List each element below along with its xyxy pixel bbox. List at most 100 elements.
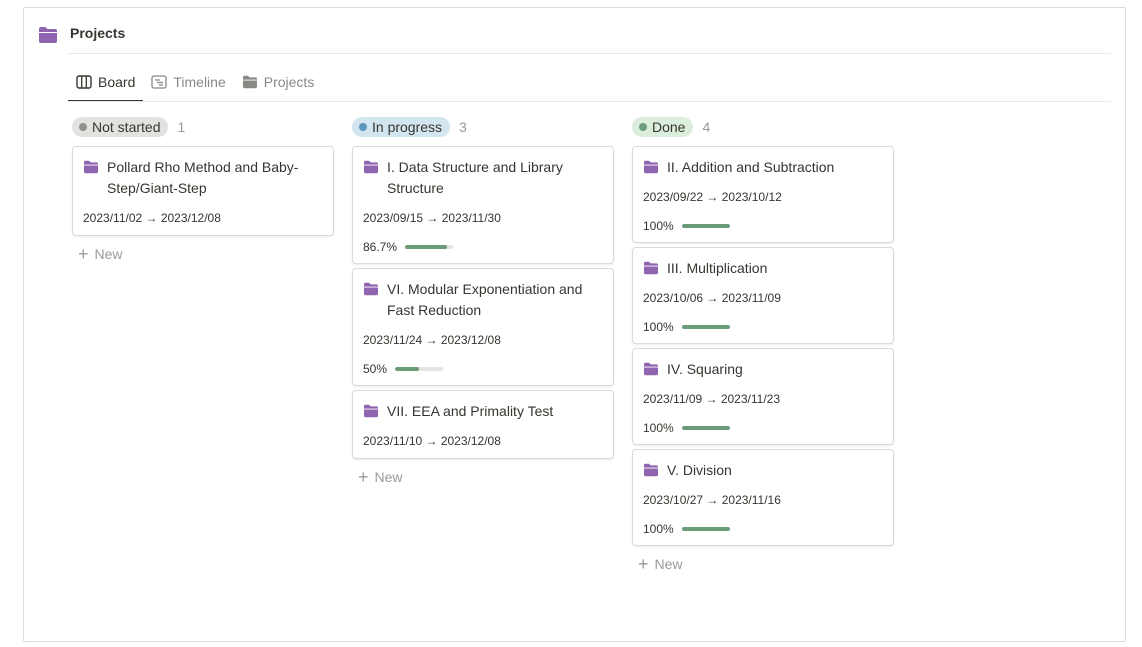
folder-icon [242,75,257,89]
column-header: Done 4 [632,116,894,138]
progress-fill [681,426,730,430]
folder-icon [644,463,658,477]
folder-icon [644,261,658,275]
tab-label: Timeline [173,74,226,90]
progress-bar [395,367,444,371]
status-dot [359,123,367,131]
view-tabs: Board Timeline Projects [68,70,322,102]
card-title: VII. EEA and Primality Test [363,401,602,422]
progress-label: 100% [643,320,674,334]
card-title-text: V. Division [667,462,732,478]
project-card[interactable]: I. Data Structure and Library Structure 2… [352,146,614,264]
status-badge[interactable]: Done [632,117,694,137]
tab-timeline[interactable]: Timeline [143,70,233,94]
progress-bar [681,325,730,329]
progress-fill [405,245,447,249]
card-title: V. Division [643,460,882,481]
card-dates: 2023/09/15 → 2023/11/30 [363,211,501,225]
column-header: Not started 1 [72,116,334,138]
progress-label: 50% [363,362,388,376]
project-card[interactable]: VI. Modular Exponentiation and Fast Redu… [352,268,614,386]
card-title-text: I. Data Structure and Library Structure [387,159,563,196]
folder-icon [364,160,378,174]
status-dot [639,123,647,131]
folder-icon [39,27,57,43]
card-title-text: Pollard Rho Method and Baby-Step/Giant-S… [107,159,299,196]
progress-bar [681,224,730,228]
new-label: New [374,469,403,485]
progress-fill [681,224,730,228]
card-title-text: III. Multiplication [667,260,768,276]
column-count: 4 [702,119,711,135]
tab-projects[interactable]: Projects [234,70,323,94]
folder-icon [644,160,658,174]
card-title: I. Data Structure and Library Structure [363,157,602,199]
board-column: In progress 3 I. Data Structure and Librar… [352,116,614,491]
status-dot [79,123,87,131]
progress-fill [681,325,730,329]
status-label: Not started [92,119,161,135]
status-label: In progress [372,119,443,135]
column-header: In progress 3 [352,116,614,138]
status-label: Done [652,119,686,135]
progress-label: 100% [643,219,674,233]
tab-label: Board [98,74,136,90]
plus-icon: + [78,244,89,264]
new-card-button[interactable]: + New [632,550,894,578]
folder-icon [84,160,98,174]
new-label: New [654,556,683,572]
page-title[interactable]: Projects [70,25,125,41]
folder-icon [644,362,658,376]
folder-icon [364,282,378,296]
new-label: New [94,246,123,262]
plus-icon: + [358,467,369,487]
tab-board[interactable]: Board [68,70,144,102]
card-progress: 100% [643,522,882,536]
card-dates: 2023/11/10 → 2023/12/08 [363,434,501,448]
card-progress: 100% [643,219,882,233]
column-count: 3 [459,119,467,135]
board-column: Not started 1 Pollard Rho Method and Baby-… [72,116,334,268]
card-title-text: VII. EEA and Primality Test [387,403,554,419]
card-title: IV. Squaring [643,359,882,380]
card-progress: 100% [643,320,882,334]
card-title: II. Addition and Subtraction [643,157,882,178]
new-card-button[interactable]: + New [72,240,334,268]
project-card[interactable]: IV. Squaring 2023/11/09 → 2023/11/23 100% [632,348,894,445]
card-progress: 86.7% [363,240,602,254]
progress-label: 86.7% [363,240,398,254]
plus-icon: + [638,554,649,574]
status-badge[interactable]: In progress [352,117,451,137]
card-progress: 100% [643,421,882,435]
new-card-button[interactable]: + New [352,463,614,491]
progress-fill [681,527,730,531]
card-title-text: VI. Modular Exponentiation and Fast Redu… [387,281,583,318]
card-dates: 2023/11/09 → 2023/11/23 [643,392,781,406]
folder-icon [364,404,378,418]
project-card[interactable]: Pollard Rho Method and Baby-Step/Giant-S… [72,146,334,236]
card-title: VI. Modular Exponentiation and Fast Redu… [363,279,602,321]
divider [68,53,1111,54]
card-title: III. Multiplication [643,258,882,279]
card-title-text: II. Addition and Subtraction [667,159,835,175]
status-badge[interactable]: Not started [72,117,169,137]
project-card[interactable]: VII. EEA and Primality Test 2023/11/10 → … [352,390,614,459]
progress-label: 100% [643,522,674,536]
card-dates: 2023/10/27 → 2023/11/16 [643,493,781,507]
column-count: 1 [177,119,186,135]
project-card[interactable]: III. Multiplication 2023/10/06 → 2023/11/… [632,247,894,344]
divider [68,101,1111,102]
card-title-text: IV. Squaring [667,361,743,377]
timeline-icon [151,75,168,89]
card-progress: 50% [363,362,602,376]
card-dates: 2023/09/22 → 2023/10/12 [643,190,782,204]
tab-label: Projects [263,74,315,90]
card-dates: 2023/11/02 → 2023/12/08 [83,211,221,225]
project-card[interactable]: V. Division 2023/10/27 → 2023/11/16 100% [632,449,894,546]
progress-bar [681,527,730,531]
progress-fill [395,367,420,371]
progress-bar [405,245,454,249]
progress-label: 100% [643,421,674,435]
project-card[interactable]: II. Addition and Subtraction 2023/09/22 →… [632,146,894,243]
card-title: Pollard Rho Method and Baby-Step/Giant-S… [83,157,322,199]
